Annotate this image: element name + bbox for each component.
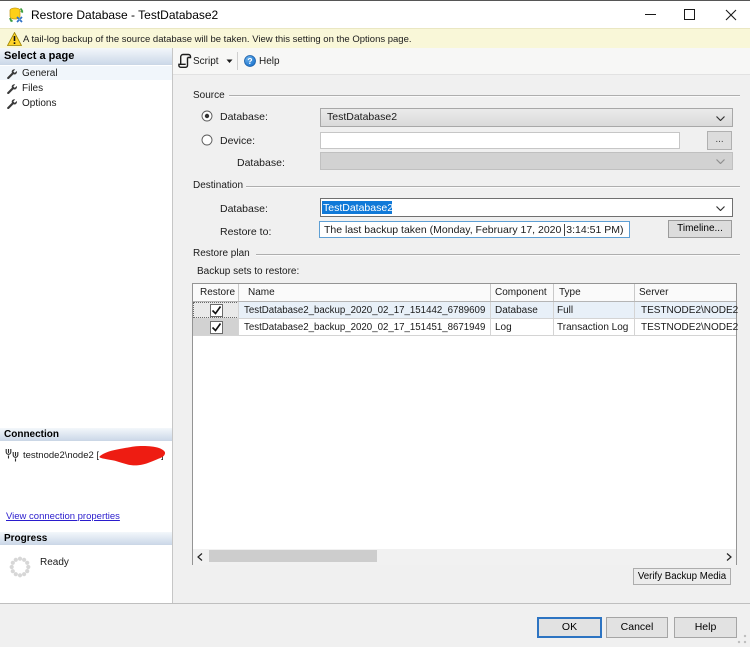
svg-text:?: ? [247,56,252,66]
